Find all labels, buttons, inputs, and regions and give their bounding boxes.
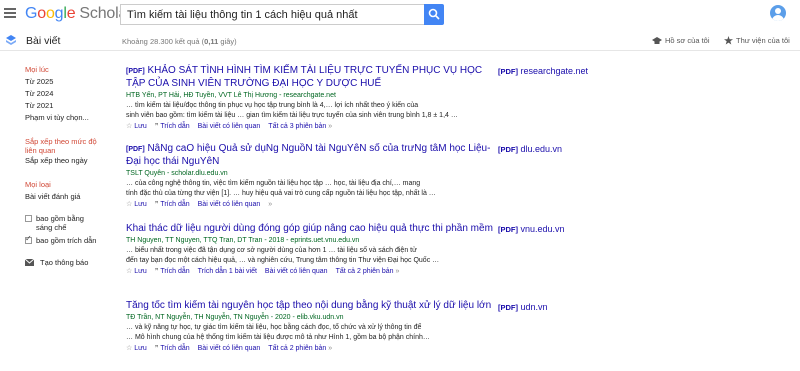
star-icon: [724, 36, 733, 45]
quote-icon: ❞: [154, 123, 159, 130]
save-button[interactable]: ☆ Lưu: [126, 267, 147, 277]
pdf-link[interactable]: [PDF] vnu.edu.vn: [498, 224, 565, 234]
pdf-link[interactable]: [PDF] researchgate.net: [498, 66, 588, 76]
result-snippet: … của công nghệ thông tin, việc tìm kiếm…: [126, 180, 436, 197]
filter-custom-range[interactable]: Phạm vi tùy chọn...: [25, 113, 89, 122]
save-button[interactable]: ☆ Lưu: [126, 200, 147, 210]
search-button[interactable]: [424, 4, 444, 25]
result-title[interactable]: [PDF] NâNg caO hiệu Quả sử dụNg NguồN tà…: [126, 143, 496, 168]
type-any[interactable]: Mọi loại: [25, 180, 51, 189]
star-icon: ☆: [126, 123, 133, 130]
result-authors: HTB Yến, PT Hải, HĐ Tuyền, VVT Lê Thị Hư…: [126, 92, 336, 99]
save-button[interactable]: ☆ Lưu: [126, 344, 147, 354]
all-versions-link[interactable]: Tất cả 2 phiên bản »: [336, 267, 400, 277]
result-title[interactable]: [PDF] KHẢO SÁT TÌNH HÌNH TÌM KIẾM TÀI LI…: [126, 65, 496, 90]
google-scholar-logo[interactable]: Google Scholar: [25, 5, 132, 23]
envelope-icon: [25, 259, 34, 266]
result-title[interactable]: Khai thác dữ liệu người dùng đóng góp gi…: [126, 223, 496, 235]
top-bar: Google Scholar: [0, 0, 800, 29]
result-item: [PDF] KHẢO SÁT TÌNH HÌNH TÌM KIẾM TÀI LI…: [126, 65, 496, 132]
related-articles-link[interactable]: Bài viết có liên quan: [198, 122, 261, 132]
more-icon: »: [328, 123, 333, 130]
result-count: Khoảng 28.300 kết quả (0,11 giây): [122, 37, 237, 46]
star-icon: ☆: [126, 201, 133, 208]
all-versions-link[interactable]: Tất cả 3 phiên bản »: [268, 122, 332, 132]
more-icon: »: [328, 345, 333, 352]
result-item: Khai thác dữ liệu người dùng đóng góp gi…: [126, 223, 496, 277]
result-snippet: … biểu nhất trong việc đã tận dụng cơ sở…: [126, 247, 440, 264]
cited-by-link[interactable]: Trích dẫn 1 bài viết: [198, 267, 257, 277]
filter-since-2021[interactable]: Từ 2021: [25, 101, 53, 110]
quote-icon: ❞: [154, 201, 159, 208]
graduation-cap-icon: [652, 36, 662, 44]
checkbox-box-checked[interactable]: [25, 234, 32, 244]
my-profile-link[interactable]: Hồ sơ của tôi: [652, 36, 710, 45]
search-icon: [428, 8, 440, 20]
create-alert-link[interactable]: Tạo thông báo: [25, 258, 88, 267]
result-snippet: … tìm kiếm tài liệu/đọc thông tin phục v…: [126, 102, 458, 119]
result-actions: ☆ Lưu ❞ Trích dẫn Bài viết có liên quan …: [126, 122, 496, 132]
related-articles-link[interactable]: Bài viết có liên quan: [198, 200, 261, 210]
result-actions: ☆ Lưu ❞ Trích dẫn Bài viết có liên quan …: [126, 200, 496, 210]
include-citations-checkbox[interactable]: bao gồm trích dẫn: [25, 234, 96, 245]
related-articles-link[interactable]: Bài viết có liên quan: [198, 344, 261, 354]
result-authors: TSLT Quyên - scholar.dlu.edu.vn: [126, 170, 228, 177]
filter-since-2025[interactable]: Từ 2025: [25, 77, 53, 86]
result-title[interactable]: Tăng tốc tìm kiếm tài nguyên học tập the…: [126, 300, 496, 312]
articles-label: Bài viết: [26, 35, 61, 47]
result-item: Tăng tốc tìm kiếm tài nguyên học tập the…: [126, 300, 496, 354]
filter-any-time[interactable]: Mọi lúc: [25, 65, 49, 74]
sub-header: Bài viết Khoảng 28.300 kết quả (0,11 giâ…: [0, 29, 800, 51]
search-input[interactable]: [121, 5, 424, 25]
my-library-link[interactable]: Thư viện của tôi: [724, 36, 790, 45]
star-icon: ☆: [126, 345, 133, 352]
result-actions: ☆ Lưu ❞ Trích dẫn Bài viết có liên quan …: [126, 344, 496, 354]
cite-button[interactable]: ❞ Trích dẫn: [155, 200, 190, 210]
result-authors: TĐ Trần, NT Nguyễn, TH Nguyễn, TN Nguyễn…: [126, 314, 344, 321]
quote-icon: ❞: [154, 268, 159, 275]
cite-button[interactable]: ❞ Trích dẫn: [155, 122, 190, 132]
sort-relevance[interactable]: Sắp xếp theo mức độ liên quan: [25, 137, 97, 155]
filter-since-2024[interactable]: Từ 2024: [25, 89, 53, 98]
quote-icon: ❞: [154, 345, 159, 352]
result-actions: ☆ Lưu ❞ Trích dẫn Trích dẫn 1 bài viết B…: [126, 267, 496, 277]
more-icon: »: [395, 268, 400, 275]
search-box: [120, 4, 424, 25]
save-button[interactable]: ☆ Lưu: [126, 122, 147, 132]
type-review[interactable]: Bài viết đánh giá: [25, 192, 80, 201]
cite-button[interactable]: ❞ Trích dẫn: [155, 344, 190, 354]
result-snippet: … và kỹ năng tự học, tự giác tìm kiếm tà…: [126, 324, 430, 341]
more-icon[interactable]: »: [268, 200, 272, 210]
related-articles-link[interactable]: Bài viết có liên quan: [265, 267, 328, 277]
checkbox-box[interactable]: [25, 215, 32, 222]
pdf-link[interactable]: [PDF] udn.vn: [498, 302, 548, 312]
account-avatar[interactable]: [770, 5, 786, 21]
include-patents-checkbox[interactable]: bao gồm bằng sáng chế: [25, 214, 84, 232]
pdf-link[interactable]: [PDF] dlu.edu.vn: [498, 144, 562, 154]
result-item: [PDF] NâNg caO hiệu Quả sử dụNg NguồN tà…: [126, 143, 496, 210]
menu-icon[interactable]: [4, 8, 16, 18]
star-icon: ☆: [126, 268, 133, 275]
all-versions-link[interactable]: Tất cả 2 phiên bản »: [268, 344, 332, 354]
articles-icon: [6, 35, 16, 45]
sort-date[interactable]: Sắp xếp theo ngày: [25, 156, 88, 165]
result-authors: TH Nguyen, TT Nguyen, TTQ Tran, DT Tran …: [126, 237, 360, 244]
cite-button[interactable]: ❞ Trích dẫn: [155, 267, 190, 277]
